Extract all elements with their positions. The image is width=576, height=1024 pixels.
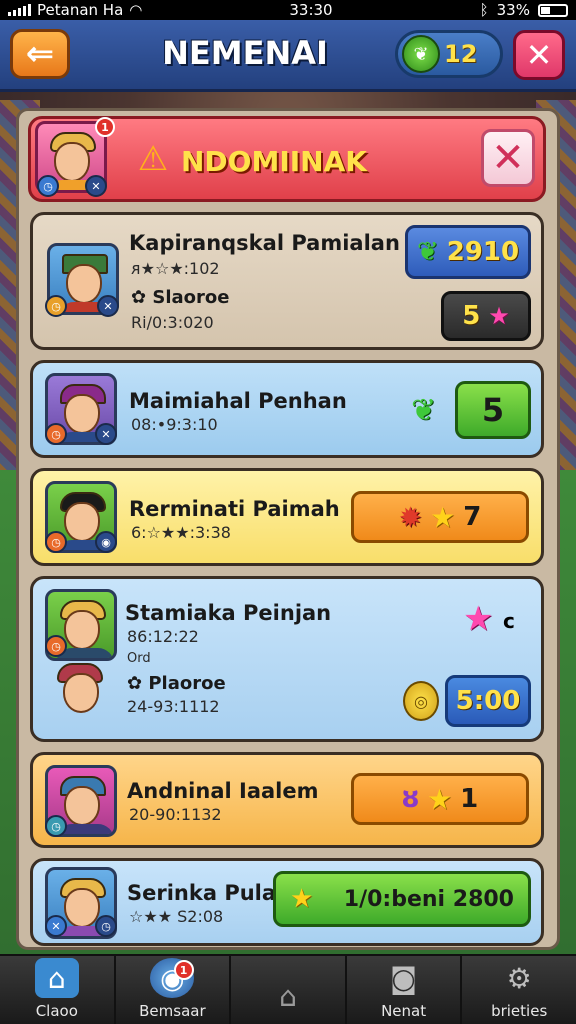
player-stat-3: 24-93:1112 [127, 697, 220, 716]
leaf-icon: ❦ [402, 35, 440, 73]
tools-icon: ✕ [95, 423, 117, 445]
gear-icon: ⚙ [506, 961, 532, 995]
tools-icon: ◉ [95, 531, 117, 553]
player-stat-2: Ri/0:3:020 [131, 313, 214, 332]
player-name: Maimiahal Penhan [129, 389, 347, 413]
nav-item-settings[interactable]: ⚙ brieties [462, 956, 576, 1024]
warning-icon: ⚠ [137, 139, 169, 179]
tools-icon: ✕ [97, 295, 119, 317]
battery-icon [537, 3, 568, 17]
clock-icon: ✕ [45, 915, 67, 937]
player-card[interactable]: ◷ ✕ Kapiranqskal Pamialan ᴙ★☆★:102 ✿ Sla… [30, 212, 544, 350]
player-role: ✿ Plaoroe [127, 673, 226, 694]
alert-text: NDOMIINAK [181, 145, 367, 178]
clock-icon: ◷ [45, 295, 67, 317]
clock-icon: ◷ [45, 531, 67, 553]
star-icon: ★ [430, 500, 456, 534]
player-stat: 6:☆★★:3:38 [131, 523, 231, 542]
nav-item-house[interactable]: ⌂ [231, 956, 347, 1024]
player-card[interactable]: ◷ ◉ Rerminati Paimah 6:☆★★:3:38 ✹ ★ 7 [30, 468, 544, 566]
potion-icon: ȣ [401, 784, 419, 814]
camera-icon: ◙ [389, 961, 418, 995]
clock-icon: ◷ [45, 635, 67, 657]
player-card[interactable]: ◷ Andninal Iaalem 20-90:1132 ȣ ★ 1 [30, 752, 544, 848]
clock: 33:30 [289, 1, 333, 19]
close-icon: ✕ [491, 135, 525, 181]
gear-icon: ✿ [127, 673, 149, 694]
player-name: Andninal Iaalem [127, 779, 319, 803]
star-icon: ★ [488, 302, 510, 330]
gear-icon: ✿ [131, 287, 153, 308]
player-card[interactable]: ◷ ✕ Maimiahal Penhan 08:•9:3:10 ❦ 5 [30, 360, 544, 458]
tools-icon: ◷ [95, 915, 117, 937]
clock-icon: ◷ [37, 175, 59, 197]
tools-icon: ✕ [85, 175, 107, 197]
reward-primary[interactable]: ȣ ★ 1 [351, 773, 529, 825]
status-bar: Petanan Ha ◠ 33:30 ᛒ 33% [0, 0, 576, 20]
leaf-icon: ❦ [411, 393, 437, 428]
nav-item-disc[interactable]: ◉ 1 Bemsaar [116, 956, 232, 1024]
home-icon: ⌂ [34, 958, 79, 998]
clock-icon: ◷ [45, 423, 67, 445]
coin-icon: ◎ [403, 681, 439, 721]
header: ⇐ NEMENAI ❦ 12 ✕ [0, 20, 576, 92]
reward-primary[interactable]: 5 [455, 381, 531, 439]
signal-icon [8, 4, 31, 16]
currency-value: 12 [444, 40, 478, 68]
pink-star-icon: ★ [463, 599, 494, 639]
reward-secondary[interactable]: 5 ★ [441, 291, 531, 341]
reward-primary[interactable]: 5:00 [445, 675, 531, 727]
star-icon: ★ [426, 782, 453, 816]
player-card[interactable]: ◷ Stamiaka Peinjan 86:12:22 Ord ✿ Plaoro… [30, 576, 544, 742]
leaf-icon: ❦ [416, 237, 439, 267]
reward-primary[interactable]: ★ 1/0:beni 2800 [273, 871, 531, 927]
player-name: Kapiranqskal Pamialan [129, 231, 400, 255]
player-name: Rerminati Paimah [129, 497, 340, 521]
bluetooth-icon: ᛒ [479, 1, 489, 19]
notification-badge: 1 [173, 960, 194, 980]
nav-item-camera[interactable]: ◙ Nenat [347, 956, 463, 1024]
player-stat-2: Ord [127, 651, 151, 666]
player-stat: 86:12:22 [127, 627, 199, 646]
player-stat: ᴙ★☆★:102 [131, 259, 220, 278]
player-stat: ☆★★ S2:08 [129, 907, 224, 926]
wifi-icon: ◠ [129, 1, 143, 19]
back-button[interactable]: ⇐ [10, 29, 70, 79]
battery-percent: 33% [496, 1, 530, 19]
player-stat: 08:•9:3:10 [131, 415, 218, 434]
player-card[interactable]: ✕ ◷ Serinka Pula ☆★★ S2:08 ★ 1/0:beni 28… [30, 858, 544, 946]
page-title: NEMENAI [162, 34, 328, 72]
bottom-nav: ⌂ Claoo ◉ 1 Bemsaar ⌂ ◙ Nenat ⚙ brieties [0, 954, 576, 1024]
alert-banner[interactable]: 1 ◷ ✕ ⚠ NDOMIINAK ✕ [28, 116, 546, 202]
reward-primary[interactable]: ❦ 2910 [405, 225, 531, 279]
reward-primary[interactable]: ✹ ★ 7 [351, 491, 529, 543]
reward-badge: c [503, 609, 515, 633]
carrier-label: Petanan Ha [37, 1, 124, 19]
nav-item-home[interactable]: ⌂ Claoo [0, 956, 116, 1024]
player-name: Serinka Pula [127, 881, 277, 905]
player-role: ✿ Slaoroe [131, 287, 230, 308]
currency-display[interactable]: ❦ 12 [395, 30, 503, 78]
avatar-secondary [51, 661, 111, 723]
close-icon: ✕ [525, 36, 553, 74]
dismiss-alert-button[interactable]: ✕ [481, 129, 535, 187]
arrow-left-icon: ⇐ [25, 34, 55, 74]
clock-icon: ◷ [45, 815, 67, 837]
star-icon: ★ [290, 884, 314, 914]
player-name: Stamiaka Peinjan [125, 601, 332, 625]
notification-badge: 1 [95, 117, 115, 137]
player-stat: 20-90:1132 [129, 805, 222, 824]
gear-icon: ✹ [398, 500, 423, 534]
close-button[interactable]: ✕ [513, 30, 565, 80]
house-outline-icon: ⌂ [279, 979, 297, 1013]
